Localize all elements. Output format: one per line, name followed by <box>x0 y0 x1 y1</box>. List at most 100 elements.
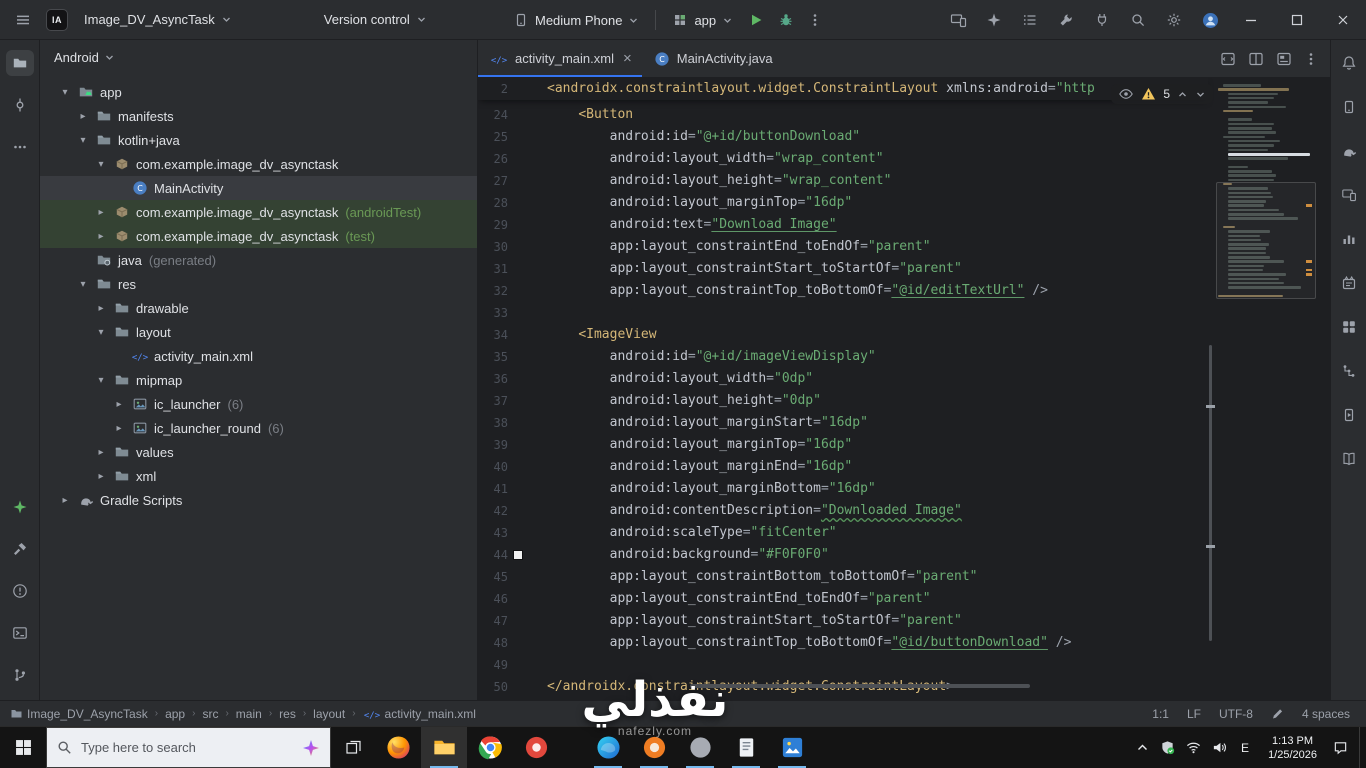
chevron-right-icon[interactable]: ▸ <box>94 447 108 458</box>
code-line[interactable]: 39 android:layout_marginTop="16dp" <box>478 434 1208 456</box>
chevron-right-icon[interactable]: ▸ <box>94 303 108 314</box>
chevron-down-icon[interactable]: ▾ <box>94 159 108 170</box>
code-line[interactable]: 2 <androidx.constraintlayout.widget.Const… <box>478 78 1208 100</box>
firefox-taskbar-icon[interactable] <box>375 727 421 768</box>
close-button[interactable] <box>1320 0 1366 40</box>
breadcrumb-item[interactable]: app <box>165 707 185 721</box>
editor-vertical-scrollbar[interactable] <box>1209 345 1212 641</box>
build-tools-button[interactable] <box>1048 0 1084 40</box>
action-center-icon[interactable] <box>1333 740 1348 755</box>
breadcrumb-item[interactable]: src <box>202 707 218 721</box>
show-desktop-button[interactable] <box>1359 727 1364 768</box>
chevron-right-icon[interactable]: ▸ <box>94 231 108 242</box>
emulator-icon[interactable] <box>1335 402 1363 428</box>
code-line[interactable]: 37 android:layout_height="0dp" <box>478 390 1208 412</box>
close-tab-icon[interactable]: × <box>623 51 632 66</box>
tree-item-java[interactable]: java (generated) <box>40 248 477 272</box>
minimap-viewport[interactable] <box>1216 182 1316 299</box>
code-line[interactable]: 35 android:id="@+id/imageViewDisplay" <box>478 346 1208 368</box>
code-editor[interactable]: 2 <androidx.constraintlayout.widget.Const… <box>478 78 1330 700</box>
taskbar-search[interactable]: Type here to search <box>46 727 331 768</box>
more-run-actions-button[interactable] <box>801 6 829 34</box>
run-configuration-selector[interactable]: app <box>664 6 741 34</box>
tree-item-kotlin-java[interactable]: ▾ kotlin+java <box>40 128 477 152</box>
maximize-button[interactable] <box>1274 0 1320 40</box>
tab-mainactivity-java[interactable]: C MainActivity.java <box>642 40 783 77</box>
tree-item-ic_launcher_round[interactable]: ▸ ic_launcher_round (6) <box>40 416 477 440</box>
file-explorer-taskbar-icon[interactable] <box>421 727 467 768</box>
indent-widget[interactable]: 4 spaces <box>1302 707 1350 721</box>
chevron-down-icon[interactable]: ▾ <box>76 279 90 290</box>
chevron-down-icon[interactable]: ▾ <box>58 87 72 98</box>
code-line[interactable]: 34 <ImageView <box>478 324 1208 346</box>
tree-item-com-example-image_dv_asynctask[interactable]: ▸ com.example.image_dv_asynctask (androidT… <box>40 200 477 224</box>
chevron-right-icon[interactable]: ▸ <box>112 399 126 410</box>
chevron-right-icon[interactable]: ▸ <box>94 471 108 482</box>
chevron-down-icon[interactable]: ▾ <box>94 327 108 338</box>
photos-taskbar-icon[interactable] <box>769 727 815 768</box>
language-indicator[interactable]: E <box>1238 741 1252 755</box>
split-view-icon[interactable] <box>1248 51 1264 67</box>
code-line[interactable]: 32 app:layout_constraintTop_toBottomOf="… <box>478 280 1208 302</box>
editor-horizontal-scrollbar[interactable] <box>690 684 1030 688</box>
code-line[interactable]: 25 android:id="@+id/buttonDownload" <box>478 126 1208 148</box>
pinned-app-red-taskbar-icon[interactable] <box>513 727 559 768</box>
version-control-menu[interactable]: Version control <box>316 6 435 34</box>
chevron-right-icon[interactable]: ▸ <box>76 111 90 122</box>
ai-assistant-button[interactable] <box>976 0 1012 40</box>
code-line[interactable]: 26 android:layout_width="wrap_content" <box>478 148 1208 170</box>
code-line[interactable]: 40 android:layout_marginEnd="16dp" <box>478 456 1208 478</box>
structure-icon[interactable] <box>1335 358 1363 384</box>
terminal-icon[interactable] <box>6 620 34 646</box>
design-view-icon[interactable] <box>1276 51 1292 67</box>
volume-icon[interactable] <box>1212 740 1227 755</box>
code-line[interactable]: 28 android:layout_marginTop="16dp" <box>478 192 1208 214</box>
tree-item-activity_main-xml[interactable]: </> activity_main.xml <box>40 344 477 368</box>
tree-item-xml[interactable]: ▸ xml <box>40 464 477 488</box>
tree-item-layout[interactable]: ▾ layout <box>40 320 477 344</box>
code-line[interactable]: 48 app:layout_constraintTop_toBottomOf="… <box>478 632 1208 654</box>
code-line[interactable]: 36 android:layout_width="0dp" <box>478 368 1208 390</box>
notepad-taskbar-icon[interactable] <box>723 727 769 768</box>
code-line[interactable]: 45 app:layout_constraintBottom_toBottomO… <box>478 566 1208 588</box>
network-icon[interactable] <box>1186 740 1201 755</box>
project-view-selector[interactable]: Android <box>40 40 477 74</box>
code-line[interactable]: 30 app:layout_constraintEnd_toEndOf="par… <box>478 236 1208 258</box>
warning-count[interactable]: 5 <box>1163 87 1170 101</box>
debug-button[interactable] <box>771 6 801 34</box>
device-streaming-button[interactable] <box>940 0 976 40</box>
readonly-toggle[interactable] <box>1271 707 1284 720</box>
todo-list-button[interactable] <box>1012 0 1048 40</box>
code-line[interactable]: 41 android:layout_marginBottom="16dp" <box>478 478 1208 500</box>
commit-icon[interactable] <box>6 92 34 118</box>
code-line[interactable]: 47 app:layout_constraintStart_toStartOf=… <box>478 610 1208 632</box>
encoding-widget[interactable]: UTF-8 <box>1219 707 1253 721</box>
pinned-app-orange-taskbar-icon[interactable] <box>631 727 677 768</box>
tree-item-gradle-scripts[interactable]: ▸ Gradle Scripts <box>40 488 477 512</box>
previous-problem-icon[interactable] <box>1177 89 1188 100</box>
more-options-icon[interactable] <box>1304 51 1318 67</box>
chevron-down-icon[interactable]: ▾ <box>94 375 108 386</box>
tree-item-values[interactable]: ▸ values <box>40 440 477 464</box>
code-line[interactable]: 44 android:background="#F0F0F0" <box>478 544 1208 566</box>
code-line[interactable]: 33 <box>478 302 1208 324</box>
gradle-icon[interactable] <box>1335 138 1363 164</box>
breadcrumb-item[interactable]: main <box>236 707 262 721</box>
chevron-right-icon[interactable]: ▸ <box>112 423 126 434</box>
problems-icon[interactable] <box>6 578 34 604</box>
line-separator-widget[interactable]: LF <box>1187 707 1201 721</box>
project-icon[interactable] <box>5 50 34 76</box>
code-line[interactable]: 29 android:text="Download Image" <box>478 214 1208 236</box>
chevron-right-icon[interactable]: ▸ <box>58 495 72 506</box>
build-icon[interactable] <box>6 536 34 562</box>
code-line[interactable]: 31 app:layout_constraintStart_toStartOf=… <box>478 258 1208 280</box>
pinned-app-taskbar-icon[interactable] <box>677 727 723 768</box>
device-selector[interactable]: Medium Phone <box>505 6 647 34</box>
tree-item-drawable[interactable]: ▸ drawable <box>40 296 477 320</box>
user-account-button[interactable] <box>1192 0 1228 40</box>
cursor-position-widget[interactable]: 1:1 <box>1152 707 1169 721</box>
next-problem-icon[interactable] <box>1195 89 1206 100</box>
tree-item-mipmap[interactable]: ▾ mipmap <box>40 368 477 392</box>
ai-assistant-icon[interactable] <box>6 494 34 520</box>
documentation-icon[interactable] <box>1335 446 1363 472</box>
